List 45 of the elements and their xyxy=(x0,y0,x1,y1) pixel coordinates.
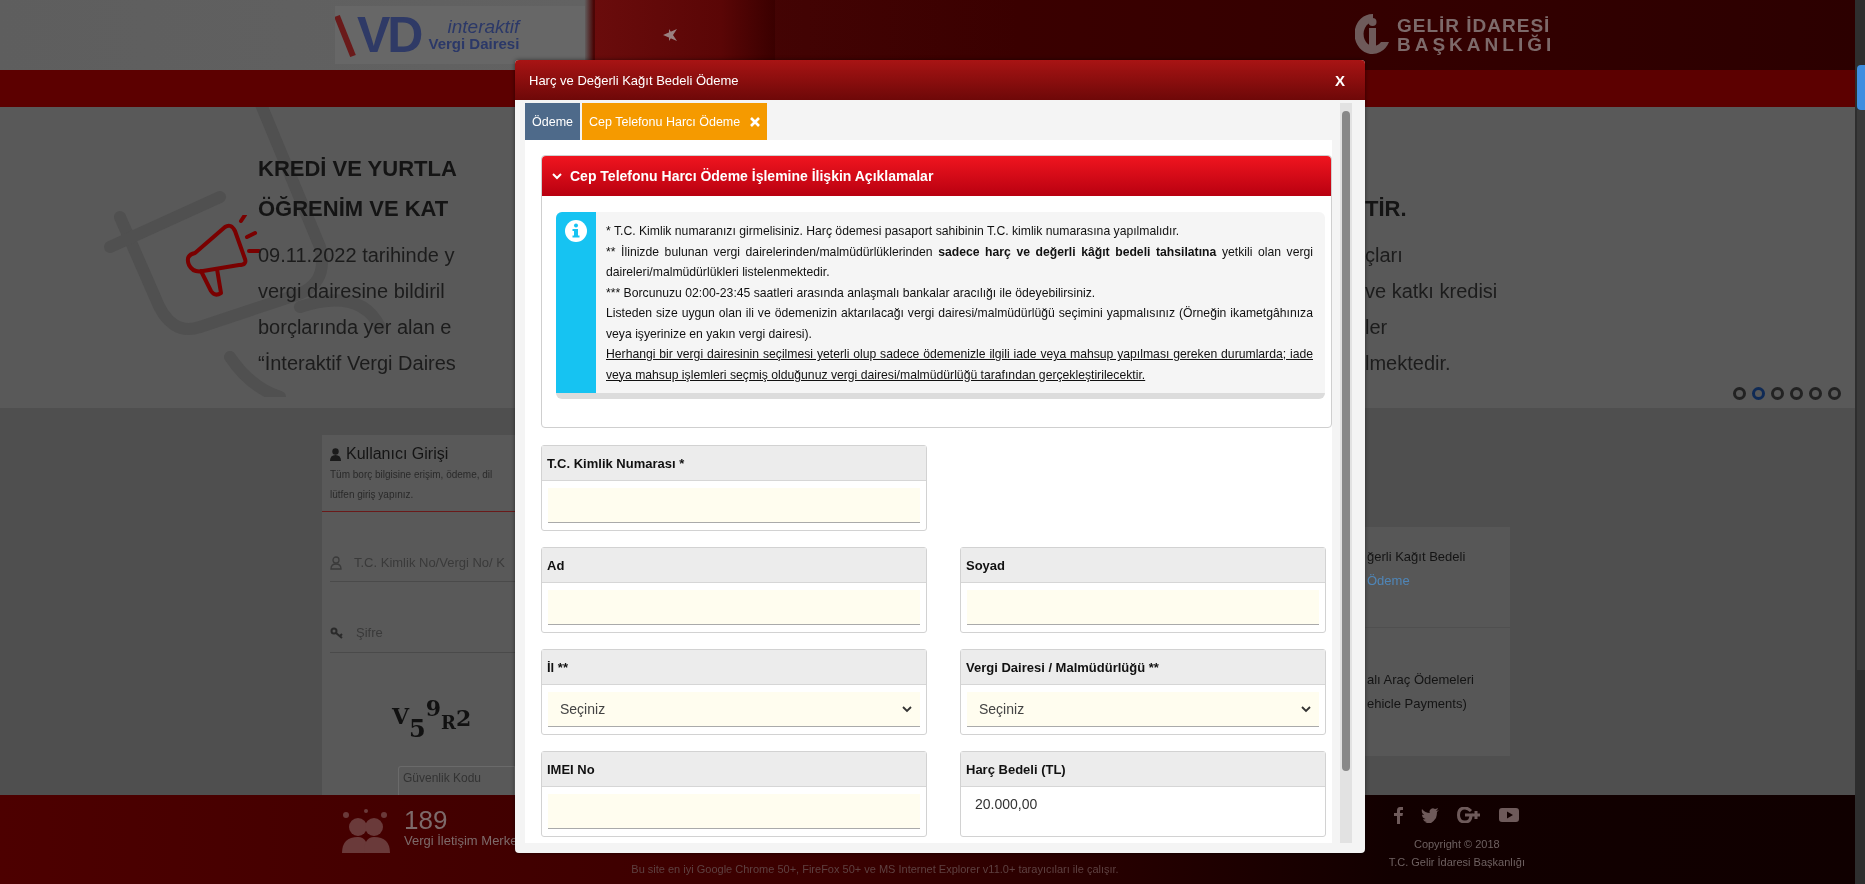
copyright-text: Copyright © 2018 xyxy=(1413,837,1500,852)
field-label: Soyad xyxy=(961,548,1325,583)
service-name: ğerli Kağıt Bedeli xyxy=(1367,548,1467,566)
headline-text: TİR. xyxy=(1365,196,1407,221)
dialog-title: Harç ve Değerli Kağıt Bedeli Ödeme xyxy=(529,72,739,88)
browser-note: Bu site en iyi Google Chrome 50+, FireFox 50+ ve MS Internet Explorer v11.0+ tarayıcıları ile çalışır. xyxy=(631,863,1119,875)
field-label: Vergi Dairesi / Malmüdürlüğü ** xyxy=(961,650,1325,685)
close-button[interactable]: X xyxy=(1331,69,1349,91)
note-text: *** Borcunuzu 02:00-23:45 saatleri arasında anlaşmalı bankalar aracılığı ile ödeyebilirsiniz. xyxy=(606,284,1097,302)
service-name: ehicle Payments) xyxy=(1367,695,1468,713)
note-text: Listeden size uygun olan ili ve ödemenizin aktarılacağı vergi dairesi/malmüdürlüğü seçimini yapmalısınız (Örneğin ikametgâhınıza veya işyerinize en yakın vergi dairesi). xyxy=(606,305,1313,343)
note-text: Herhangi bir vergi dairesinin seçilmesi yeterli olup sadece ödemenizle ilgili iade veya mahsup yapılması gereken durumlarda; iade veya mahsup işlemleri seçmiş olduğunuz vergi dairesi/malmüdürlüğü tarafından gerçekleştirilecektir. xyxy=(606,346,1313,384)
dropdown[interactable]: Seçiniz xyxy=(548,692,920,727)
field-label: IMEI No xyxy=(542,752,926,787)
announcement-text: borçlarında yer alan e xyxy=(258,316,452,338)
service-card[interactable]: ğerli Kağıt Bedeli Ödeme xyxy=(1365,527,1510,627)
service-name: alı Araç Ödemeleri xyxy=(1367,671,1475,689)
dropdown[interactable]: Seçiniz xyxy=(967,692,1319,727)
tab[interactable]: Ödeme xyxy=(525,103,580,140)
service-card[interactable]: alı Araç Ödemeleri ehicle Payments) xyxy=(1365,628,1510,756)
note-text: * T.C. Kimlik numaranızı girmelisiniz. Harç ödemesi pasaport sahibinin T.C. kimlik numarasına yapılmalıdır. xyxy=(606,223,1181,240)
note-text: ** İlinizde bulunan vergi dairelerinden/malmüdürlüklerinden sadece harç ve değerli kâğıt bedeli tahsilatına yetkili olan vergi daireleri/malmüdürlükleri listelenmektedir. xyxy=(606,243,1313,281)
amount-value: 20.000,00 xyxy=(974,795,1039,814)
field-label: Harç Bedeli (TL) xyxy=(961,752,1325,787)
field-label: T.C. Kimlik Numarası * xyxy=(542,446,926,481)
announcement-text: 09.11.2022 tarihinde y xyxy=(258,244,455,266)
announcement-text: vergi dairesine bildiril xyxy=(258,280,445,302)
field-label: Ad xyxy=(542,548,926,583)
headline-text: ÖĞRENİM VE KAT xyxy=(258,196,449,221)
announcement-text: çları xyxy=(1365,244,1403,266)
phone-number: 189 xyxy=(404,807,448,833)
panel-header[interactable]: Cep Telefonu Harcı Ödeme İşlemine İlişkin Açıklamalar xyxy=(542,156,1331,196)
card-title: Kullanıcı Girişi xyxy=(346,445,449,463)
announcement-text: ve katkı kredisi xyxy=(1365,280,1498,302)
headline-text: KREDİ VE YURTLA xyxy=(258,156,457,181)
announcement-text: ler xyxy=(1365,316,1388,338)
tab[interactable]: Cep Telefonu Harcı Ödeme xyxy=(582,103,768,140)
service-link[interactable]: Ödeme xyxy=(1367,569,1504,593)
agency-name: GELİR İDARESİ xyxy=(1397,16,1552,35)
field-label: İl ** xyxy=(542,650,926,685)
announcement-text: lmektedir. xyxy=(1365,352,1451,374)
agency-name: BAŞKANLIĞI xyxy=(1397,35,1556,54)
copyright-text: T.C. Gelir İdaresi Başkanlığı xyxy=(1388,855,1525,870)
announcement-text: “İnteraktif Vergi Daires xyxy=(258,352,456,374)
phone-label: Vergi İletişim Merke xyxy=(404,833,518,848)
